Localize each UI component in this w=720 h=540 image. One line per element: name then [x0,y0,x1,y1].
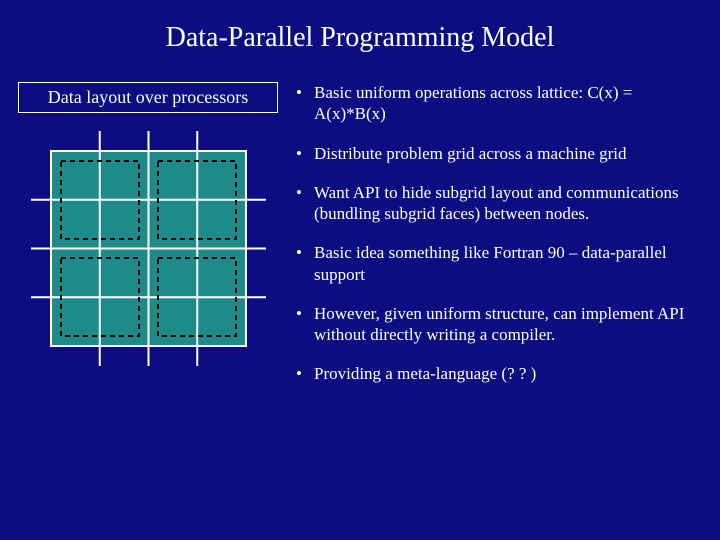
bullet-item: Basic uniform operations across lattice:… [292,82,702,125]
right-column: Basic uniform operations across lattice:… [292,82,702,403]
diagram-caption: Data layout over processors [18,82,278,113]
bullet-item: Distribute problem grid across a machine… [292,143,702,164]
bullet-item: Providing a meta-language (? ? ) [292,363,702,384]
processor-grid-diagram [31,131,266,366]
bullet-item: Basic idea something like Fortran 90 – d… [292,242,702,285]
slide-title: Data-Parallel Programming Model [0,0,720,54]
bullet-list: Basic uniform operations across lattice:… [292,82,702,385]
bullet-item: Want API to hide subgrid layout and comm… [292,182,702,225]
slide-content: Data layout over processors [0,54,720,403]
bullet-item: However, given uniform structure, can im… [292,303,702,346]
left-column: Data layout over processors [18,82,278,403]
